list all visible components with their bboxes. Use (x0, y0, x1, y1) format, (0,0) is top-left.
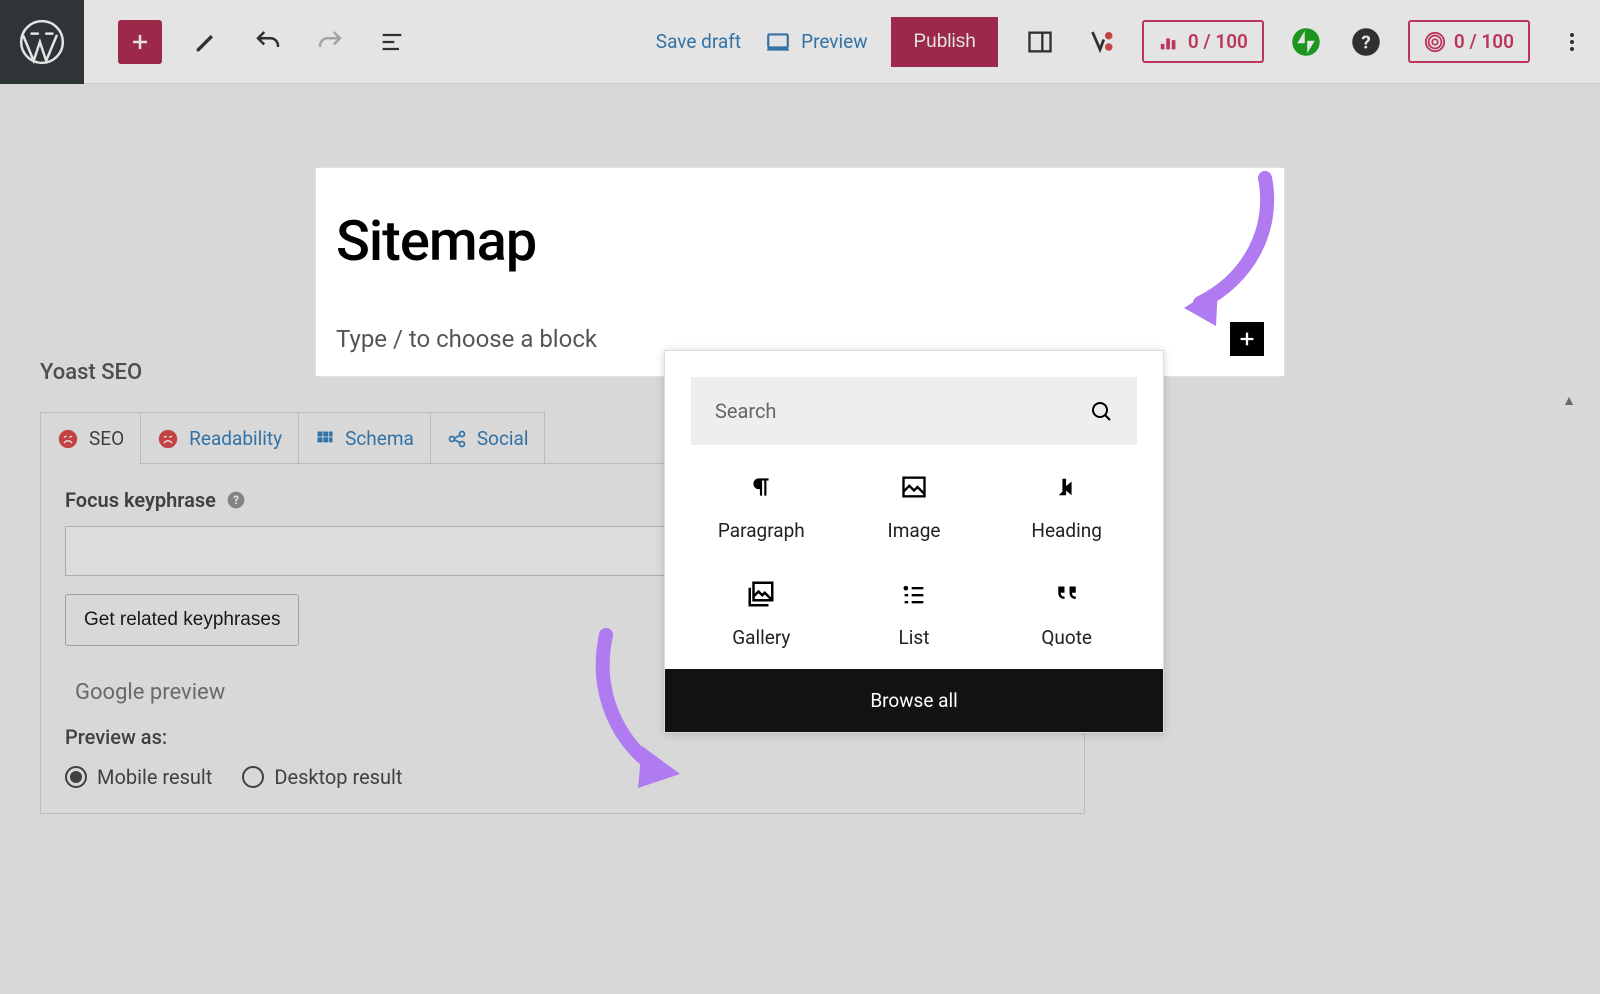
seo-score-badge-2[interactable]: 0 / 100 (1408, 20, 1530, 63)
block-list-label: List (899, 626, 930, 649)
score-value-2: 0 / 100 (1454, 30, 1514, 53)
block-paragraph[interactable]: Paragraph (685, 471, 838, 542)
tab-social-label: Social (477, 427, 529, 450)
svg-text:?: ? (233, 493, 239, 507)
collapse-caret-icon[interactable]: ▲ (1562, 392, 1576, 409)
block-heading-label: Heading (1031, 519, 1101, 542)
tab-seo[interactable]: SEO (40, 412, 141, 464)
undo-button[interactable] (250, 24, 286, 60)
browse-all-button[interactable]: Browse all (665, 669, 1163, 732)
wordpress-logo[interactable] (0, 0, 84, 84)
preview-label: Preview (801, 30, 867, 53)
post-title[interactable]: Sitemap (336, 208, 1264, 274)
heading-icon (1051, 471, 1083, 503)
search-icon (1089, 399, 1113, 423)
preview-button[interactable]: Preview (765, 29, 867, 55)
block-image-label: Image (888, 519, 941, 542)
yoast-sidebar-toggle[interactable] (1082, 24, 1118, 60)
block-image[interactable]: Image (838, 471, 991, 542)
tab-schema-label: Schema (345, 427, 414, 450)
block-inserter-popup: Search Paragraph Image Heading Gallery L… (664, 350, 1164, 733)
gallery-icon (745, 578, 777, 610)
radio-icon (242, 766, 264, 788)
tab-readability-label: Readability (189, 427, 282, 450)
tab-schema[interactable]: Schema (298, 412, 431, 464)
toggle-inserter-button[interactable] (118, 20, 162, 64)
publish-button[interactable]: Publish (891, 17, 997, 67)
inserter-search-input[interactable]: Search (691, 377, 1137, 445)
radio-icon (65, 766, 87, 788)
score-value-1: 0 / 100 (1188, 30, 1248, 53)
save-draft-button[interactable]: Save draft (656, 30, 741, 53)
block-placeholder-text[interactable]: Type / to choose a block (336, 325, 597, 353)
block-list[interactable]: List (838, 578, 991, 649)
tab-readability[interactable]: Readability (140, 412, 299, 464)
block-heading[interactable]: Heading (990, 471, 1143, 542)
tab-seo-label: SEO (89, 427, 124, 450)
block-quote-label: Quote (1041, 626, 1092, 649)
settings-sidebar-toggle[interactable] (1022, 24, 1058, 60)
block-gallery-label: Gallery (732, 626, 790, 649)
help-icon[interactable]: ? (1348, 24, 1384, 60)
document-overview-button[interactable] (374, 24, 410, 60)
jetpack-icon[interactable] (1288, 24, 1324, 60)
quote-icon (1051, 578, 1083, 610)
redo-button[interactable] (312, 24, 348, 60)
search-placeholder: Search (715, 399, 776, 423)
radio-mobile-label: Mobile result (97, 765, 212, 789)
editor-toolbar: Save draft Preview Publish 0 / 100 ? 0 /… (0, 0, 1600, 84)
seo-score-badge-1[interactable]: 0 / 100 (1142, 20, 1264, 63)
post-editor-card: Sitemap Type / to choose a block (316, 168, 1284, 376)
image-icon (898, 471, 930, 503)
block-gallery[interactable]: Gallery (685, 578, 838, 649)
radio-desktop-result[interactable]: Desktop result (242, 765, 402, 789)
svg-text:?: ? (1361, 31, 1370, 53)
block-quote[interactable]: Quote (990, 578, 1143, 649)
list-icon (898, 578, 930, 610)
add-block-button[interactable] (1230, 322, 1264, 356)
edit-tool-icon[interactable] (188, 24, 224, 60)
tab-social[interactable]: Social (430, 412, 546, 464)
options-menu-button[interactable] (1554, 24, 1590, 60)
block-paragraph-label: Paragraph (718, 519, 805, 542)
paragraph-icon (745, 471, 777, 503)
radio-mobile-result[interactable]: Mobile result (65, 765, 212, 789)
get-related-keyphrases-button[interactable]: Get related keyphrases (65, 594, 299, 646)
radio-desktop-label: Desktop result (274, 765, 402, 789)
